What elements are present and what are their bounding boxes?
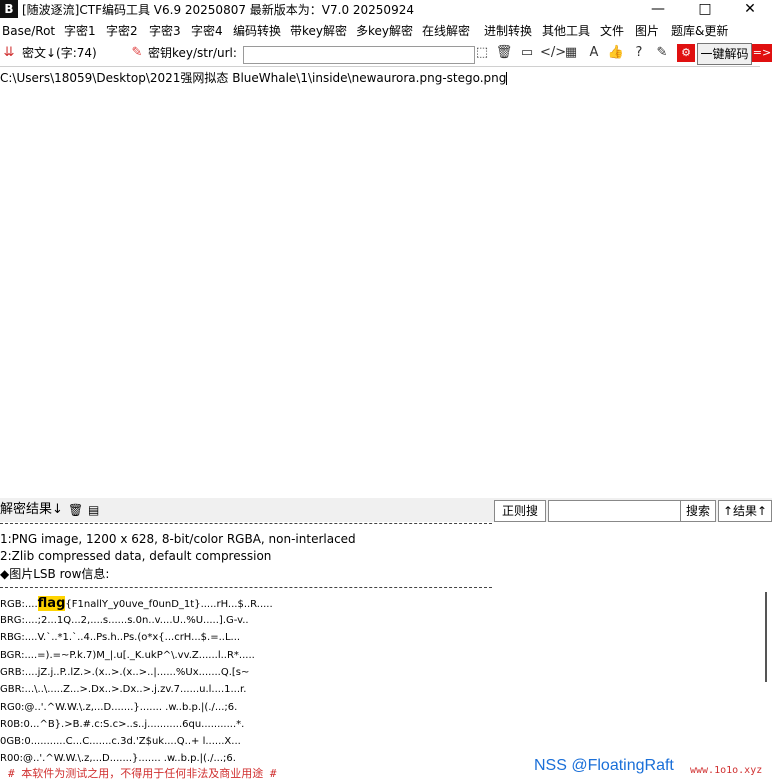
menu-online[interactable]: 在线解密	[422, 22, 470, 40]
help-icon[interactable]: ?	[630, 44, 648, 62]
result-trash-icon[interactable]: 🗑	[68, 499, 83, 521]
key-input[interactable]	[243, 46, 475, 64]
result-search-input[interactable]	[548, 500, 682, 522]
one-key-decode-button[interactable]: 一键解码	[697, 43, 752, 65]
copy-icon[interactable]: ▤	[88, 499, 99, 521]
menu-zimi4[interactable]: 字密4	[191, 22, 223, 40]
panel-icon[interactable]: ▭	[518, 44, 536, 62]
menu-base-convert[interactable]: 进制转换	[484, 22, 532, 40]
result-output[interactable]: 1:PNG image, 1200 x 628, 8-bit/color RGB…	[0, 522, 760, 766]
result-up-button[interactable]: ↑结果↑	[718, 500, 772, 522]
cipher-textarea[interactable]: C:\Users\18059\Desktop\2021强网拟态 BlueWhal…	[0, 66, 760, 497]
cipher-scrollbar[interactable]	[760, 66, 772, 496]
output-line-2: 2:Zlib compressed data, default compress…	[0, 549, 272, 563]
menu-multikey[interactable]: 多key解密	[356, 22, 413, 40]
cipher-text: C:\Users\18059\Desktop\2021强网拟态 BlueWhal…	[0, 71, 507, 85]
menu-update[interactable]: 题库&更新	[671, 22, 728, 40]
result-bar: 解密结果↓ 🗑 ▤ 正则搜 搜索 ↑结果↑	[0, 498, 772, 522]
menu-base-rot[interactable]: Base/Rot	[2, 22, 55, 40]
lsb-row-2: RBG:....V.`..*1.`..4..Ps.h..Ps.(o*x{...c…	[0, 632, 241, 643]
rgb-suffix: {F1nallY_y0uve_f0unD_1t}.....rH...$..R..…	[65, 599, 273, 610]
code-icon[interactable]: </>	[540, 44, 566, 62]
maximize-button[interactable]: □	[682, 0, 728, 18]
output-line-3: ◆图片LSB row信息:	[0, 567, 110, 581]
table-icon[interactable]: ▦	[562, 44, 580, 62]
lsb-row-9: R00:@..'.^W.W.\.z,...D.......}....... .w…	[0, 753, 236, 764]
lsb-row-8: 0GB:0...........C...C.......c.3d.'Z$uk..…	[0, 736, 241, 747]
status-text: # 本软件为测试之用，不得用于任何非法及商业用途 #	[8, 767, 277, 780]
settings-icon[interactable]: ⚙	[677, 44, 695, 62]
trash-icon[interactable]: 🗑	[495, 44, 513, 62]
menu-zimi2[interactable]: 字密2	[106, 22, 138, 40]
text-caret	[506, 72, 508, 85]
separator-top	[0, 523, 492, 524]
key-clear-icon[interactable]: ✎	[128, 44, 146, 62]
swap-button[interactable]: =>	[752, 44, 772, 62]
lsb-row-1: BRG:....;2...1Q...2,....s......s.0n..v..…	[0, 615, 249, 626]
result-scrollbar[interactable]	[760, 522, 772, 766]
rgb-row: RGB:....flag{F1nallY_y0uve_f0unD_1t}....…	[0, 596, 273, 611]
menu-key-decrypt[interactable]: 带key解密	[290, 22, 347, 40]
font-icon[interactable]: A	[585, 44, 603, 62]
close-button[interactable]: ✕	[727, 0, 772, 18]
watermark: NSS @FloatingRaft	[534, 757, 674, 774]
menu-file[interactable]: 文件	[600, 22, 624, 40]
clear-cipher-icon[interactable]: ⇊	[0, 44, 18, 62]
lsb-row-3: BGR:....=).=~P.k.7)M_|.u[._K.ukP^\.vv.Z.…	[0, 650, 255, 661]
menu-image[interactable]: 图片	[635, 22, 659, 40]
key-label: 密钥key/str/url:	[148, 46, 237, 60]
scroll-thumb[interactable]	[765, 592, 767, 682]
menu-zimi3[interactable]: 字密3	[149, 22, 181, 40]
app-logo-icon: B	[0, 0, 18, 18]
lsb-row-7: R0B:0...^B}.>B.#.c:S.c>..s..j...........…	[0, 719, 245, 730]
separator-mid	[0, 587, 492, 588]
pointer-icon[interactable]: ⬚	[473, 44, 491, 62]
thumbs-up-icon[interactable]: 👍	[607, 44, 625, 62]
lsb-row-6: RG0:@..'.^W.W.\.z,...D.......}....... .w…	[0, 702, 238, 713]
lsb-row-5: GBR:...\..\.....Z...>.Dx..>.Dx..>.j.zv.7…	[0, 684, 247, 695]
lsb-row-4: GRB:....jZ.j..P..lZ.>.(x..>.(x..>..|....…	[0, 667, 250, 678]
rgb-prefix: RGB:....	[0, 599, 38, 610]
result-label: 解密结果↓	[0, 502, 63, 517]
minimize-button[interactable]: —	[635, 0, 681, 18]
regex-search-button[interactable]: 正则搜	[494, 500, 546, 522]
edit-icon[interactable]: ✎	[653, 44, 671, 62]
title-bar: B [随波逐流]CTF编码工具 V6.9 20250807 最新版本为：V7.0…	[0, 0, 772, 18]
menu-bar: Base/Rot 字密1 字密2 字密3 字密4 编码转换 带key解密 多ke…	[0, 22, 772, 40]
site-link[interactable]: www.1o1o.xyz	[690, 765, 762, 776]
search-button[interactable]: 搜索	[680, 500, 716, 522]
menu-encoding[interactable]: 编码转换	[233, 22, 281, 40]
menu-zimi1[interactable]: 字密1	[64, 22, 96, 40]
menu-other-tools[interactable]: 其他工具	[542, 22, 590, 40]
cipher-label: 密文↓(字:74)	[22, 46, 97, 60]
output-line-1: 1:PNG image, 1200 x 628, 8-bit/color RGB…	[0, 532, 356, 546]
flag-highlight: flag	[37, 596, 66, 611]
window-title: [随波逐流]CTF编码工具 V6.9 20250807 最新版本为：V7.0 2…	[22, 3, 414, 17]
